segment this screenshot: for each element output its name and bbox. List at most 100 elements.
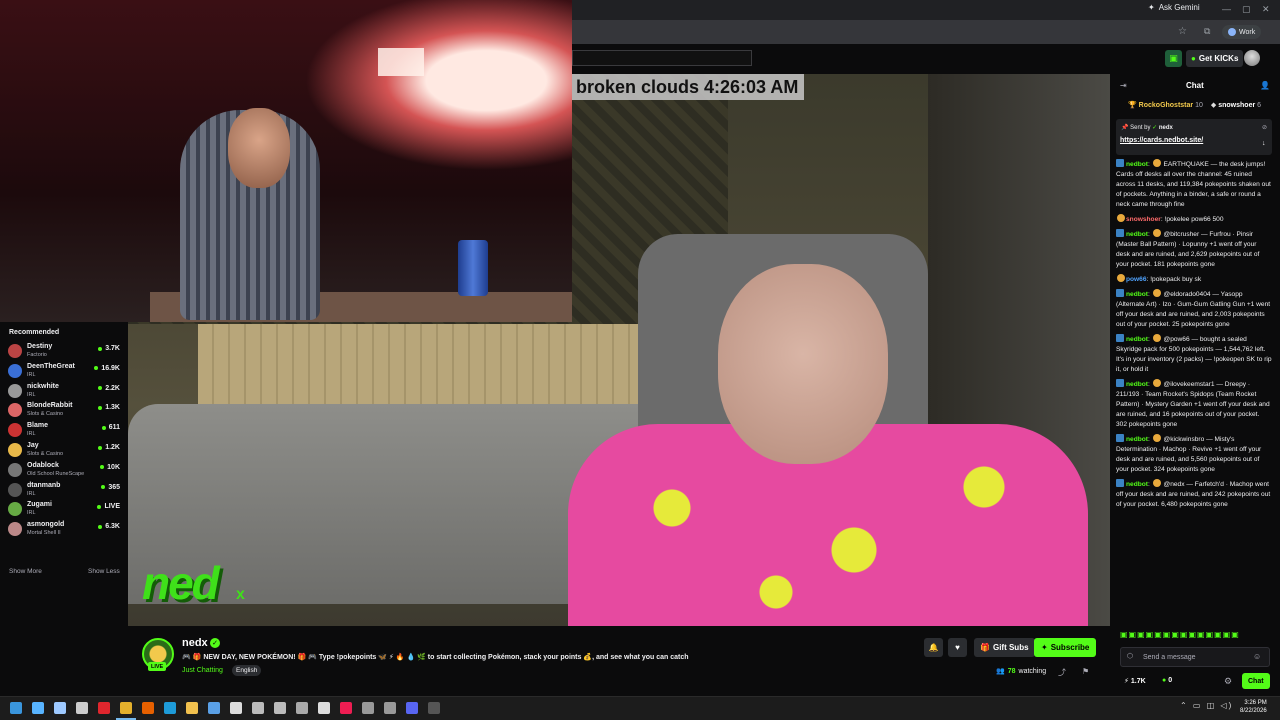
firefox-icon[interactable] — [142, 702, 154, 714]
terminal-icon[interactable] — [428, 702, 440, 714]
kicks-balance[interactable]: ⚡ 1.7K — [1124, 677, 1146, 685]
chat-username[interactable]: snowshoer — [1126, 216, 1161, 223]
profile-button[interactable]: Work — [1222, 25, 1262, 39]
chat-message[interactable]: nedbot: @kickwinsbro — Misty's Determina… — [1116, 434, 1272, 475]
settings-icon[interactable] — [274, 702, 286, 714]
trophy-icon: 🏆 — [1128, 102, 1137, 109]
chat-username[interactable]: pow66 — [1126, 276, 1147, 283]
chat-username[interactable]: nedbot — [1126, 381, 1148, 388]
file-explorer-icon[interactable] — [186, 702, 198, 714]
chat-message[interactable]: nedbot: EARTHQUAKE — the desk jumps! Car… — [1116, 159, 1272, 210]
calculator-icon[interactable] — [230, 702, 242, 714]
site-search-input[interactable] — [572, 50, 752, 66]
chat-username[interactable]: nedbot — [1126, 231, 1148, 238]
chat-username[interactable]: nedbot — [1126, 161, 1148, 168]
kick-store-icon[interactable]: ▣ — [1165, 50, 1182, 67]
chat-leaderboard: 🏆 RockoGhoststar 10 ◆ snowshoer 6 — [1128, 101, 1261, 109]
ask-gemini-label: Ask Gemini — [1158, 3, 1200, 12]
recommended-channel[interactable]: dtanmanb IRL 365 — [8, 481, 120, 501]
app-icon[interactable] — [384, 702, 396, 714]
minimize-icon[interactable]: — — [1222, 4, 1231, 14]
bookmark-star-icon[interactable]: ☆ — [1178, 26, 1187, 37]
recommended-channel[interactable]: Zugami IRL LIVE — [8, 500, 120, 520]
chat-message[interactable]: nedbot: @nedx — Farfetch'd · Machop went… — [1116, 479, 1272, 510]
pinned-user[interactable]: nedx — [1159, 125, 1173, 131]
stream-title: 🎮 🎁 NEW DAY, NEW POKÉMON! 🎁 🎮 Type !poke… — [182, 654, 689, 661]
obs-icon[interactable] — [296, 702, 308, 714]
game-icon[interactable] — [362, 702, 374, 714]
gift-subs-button[interactable]: 🎁 Gift Subs — [974, 638, 1035, 657]
search-icon[interactable] — [76, 702, 88, 714]
chat-username[interactable]: nedbot — [1126, 291, 1148, 298]
recommended-channel[interactable]: BlondeRabbit Slots & Casino 1.3K — [8, 401, 120, 421]
ask-gemini-button[interactable]: ✦ Ask Gemini — [1148, 3, 1200, 12]
get-kicks-button[interactable]: ● Get KICKs — [1186, 50, 1244, 67]
recommended-channel[interactable]: Jay Slots & Casino 1.2K — [8, 441, 120, 461]
windows-start-icon[interactable] — [10, 702, 22, 714]
opera-icon[interactable] — [98, 702, 110, 714]
chat-input[interactable]: Send a message — [1120, 647, 1270, 667]
recommended-channel[interactable]: asmongold Mortal Shell II 6.3K — [8, 520, 120, 540]
show-less-button[interactable]: Show Less — [88, 568, 120, 575]
stream-category-link[interactable]: Just Chatting — [182, 667, 223, 674]
channel-category: IRL — [27, 391, 36, 398]
extensions-icon[interactable]: ⧉ — [1204, 26, 1210, 37]
leaderboard-entry[interactable]: 🏆 RockoGhoststar 10 — [1128, 101, 1203, 109]
steam-icon[interactable] — [252, 702, 264, 714]
close-icon[interactable]: ✕ — [1262, 4, 1270, 15]
notification-bell-icon[interactable]: 🔔 — [924, 638, 943, 657]
points-balance[interactable]: ● 0 — [1162, 677, 1172, 684]
github-icon[interactable] — [318, 702, 330, 714]
profile-label: Work — [1239, 28, 1256, 36]
chat-message[interactable]: pow66: !pokepack buy sk — [1116, 274, 1272, 285]
nedx-logo-x: x — [236, 586, 245, 603]
widgets-icon[interactable] — [32, 702, 44, 714]
tiktok-icon[interactable] — [340, 702, 352, 714]
recommended-channel[interactable]: Blame IRL 611 — [8, 421, 120, 441]
system-tray[interactable]: ⌃ ▭ ◫ ◁) — [1180, 701, 1233, 710]
chat-message[interactable]: snowshoer: !pokelee pow66 500 — [1116, 214, 1272, 225]
emote-icon — [1152, 479, 1161, 487]
collapse-chat-icon[interactable]: ⇥ — [1120, 81, 1127, 90]
chat-message[interactable]: nedbot: @eldorado0404 — Yasopp (Alternat… — [1116, 289, 1272, 330]
recommended-channel[interactable]: Odablock Old School RuneScape 10K — [8, 461, 120, 481]
viewers-icon: 👥 — [996, 668, 1005, 675]
edge-icon[interactable] — [164, 702, 176, 714]
leaderboard-entry[interactable]: ◆ snowshoer 6 — [1211, 101, 1261, 109]
send-chat-button[interactable]: Chat — [1242, 673, 1270, 689]
taskbar-date: 8/22/2026 — [1240, 708, 1267, 714]
gift-subs-label: Gift Subs — [992, 643, 1029, 652]
taskbar-clock[interactable]: 3:26 PM 8/22/2026 — [1240, 699, 1267, 715]
user-avatar[interactable] — [1244, 50, 1260, 66]
bot-badge-icon — [1116, 289, 1124, 297]
chat-message[interactable]: nedbot: @bitcrusher — Furfrou · Pinsir (… — [1116, 229, 1272, 270]
chat-username[interactable]: nedbot — [1126, 481, 1148, 488]
notepad-icon[interactable] — [208, 702, 220, 714]
emoji-picker-icon[interactable]: ☺ — [1253, 652, 1261, 661]
chat-message[interactable]: nedbot: @pow66 — bought a sealed Skyridg… — [1116, 334, 1272, 375]
share-icon[interactable]: ⤴ — [1058, 667, 1066, 678]
pinned-link[interactable]: https://cards.nedbot.site/ — [1120, 137, 1203, 144]
chat-username[interactable]: nedbot — [1126, 436, 1148, 443]
report-icon[interactable]: ⚑ — [1082, 667, 1089, 676]
hide-pinned-icon[interactable]: ⊘ — [1262, 124, 1267, 131]
chrome-icon[interactable] — [120, 702, 132, 714]
recommended-channel[interactable]: Destiny Factorio 3.7K — [8, 342, 120, 362]
chat-users-icon[interactable]: 👤 — [1260, 81, 1270, 90]
stream-language-tag[interactable]: English — [232, 665, 262, 676]
emote-icon — [1152, 289, 1161, 297]
chat-settings-icon[interactable]: ⚙ — [1224, 676, 1232, 687]
follow-heart-icon[interactable]: ♥ — [948, 638, 967, 657]
recommended-channel[interactable]: DeenTheGreat IRL 16.9K — [8, 362, 120, 382]
recommended-channel[interactable]: nickwhite IRL 2.2K — [8, 382, 120, 402]
emote-bar[interactable]: ▣▣▣▣▣▣▣▣▣▣▣▣▣▣ — [1120, 630, 1240, 639]
subscribe-button[interactable]: ✦ Subscribe — [1034, 638, 1097, 657]
task-view-icon[interactable] — [54, 702, 66, 714]
show-more-button[interactable]: Show More — [9, 568, 42, 575]
maximize-icon[interactable]: ▢ — [1242, 4, 1251, 15]
expand-pinned-icon[interactable]: ↓ — [1262, 140, 1266, 147]
chat-username[interactable]: nedbot — [1126, 336, 1148, 343]
discord-icon[interactable] — [406, 702, 418, 714]
chat-message[interactable]: nedbot: @ilovekeemstar1 — Dreepy · 211/1… — [1116, 379, 1272, 430]
streamer-name[interactable]: nedx — [182, 637, 208, 649]
